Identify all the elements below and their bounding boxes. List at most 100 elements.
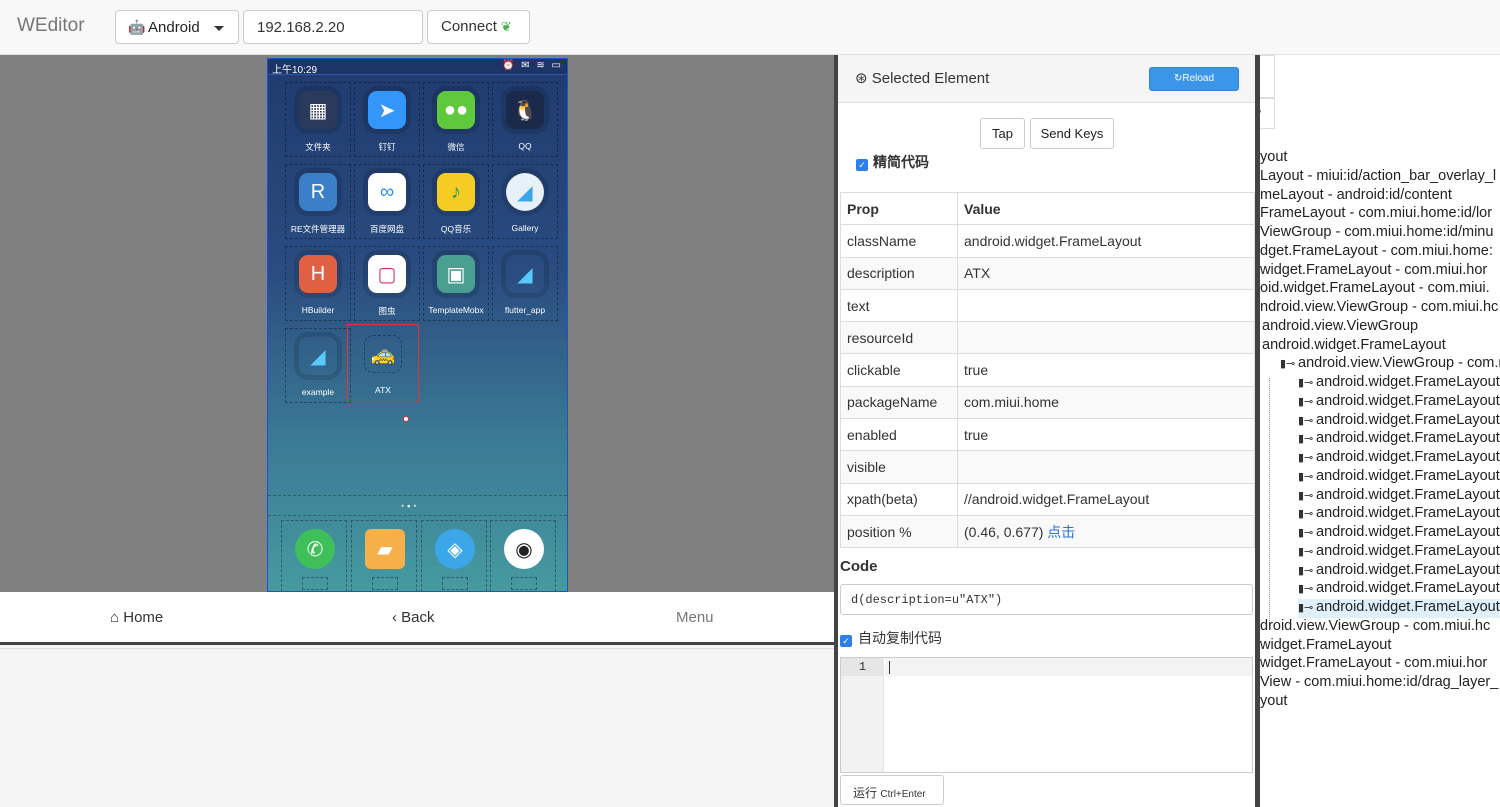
table-row: enabled true — [840, 418, 1255, 452]
tree-node[interactable]: FrameLayout - com.miui.home:id/lor — [1260, 205, 1492, 224]
status-time: 上午10:29 — [272, 65, 318, 76]
code-editor[interactable]: 1 — [840, 657, 1253, 773]
tap-button[interactable]: Tap — [980, 118, 1025, 149]
app-qq[interactable]: 🐧 QQ — [492, 82, 558, 157]
app-example[interactable]: ◢ example — [285, 328, 351, 403]
dock-slot — [442, 577, 468, 590]
app-hbuilder[interactable]: H HBuilder — [285, 246, 351, 321]
node-icon: ▮⊸ — [1298, 395, 1314, 408]
prop-name: resourceId — [840, 321, 958, 355]
table-row: text — [840, 288, 1255, 323]
tree-node[interactable]: Layout - miui:id/action_bar_overlay_l — [1260, 168, 1496, 187]
wechat-icon: ●● — [437, 91, 475, 129]
tree-node[interactable]: android.view.ViewGroup — [1262, 318, 1418, 337]
app-folder[interactable]: ▦ 文件夹 — [285, 82, 351, 157]
dock-browser[interactable]: ◈ — [421, 520, 487, 591]
tree-node[interactable]: ▮⊸ android.widget.FrameLayout — [1298, 393, 1500, 412]
dock-messages[interactable]: ▰ — [351, 520, 417, 591]
tree-node[interactable]: View - com.miui.home:id/drag_layer_ — [1260, 674, 1498, 693]
tree-node[interactable]: ▮⊸ android.widget.FrameLayout — [1298, 430, 1500, 449]
device-screenshot[interactable]: 上午10:29 ⏰ ✉ ≋ ▭ ▦ 文件夹 ➤ 钉钉 ●● 微信 🐧 QQ R … — [267, 58, 568, 592]
tree-node[interactable]: ▮⊸ android.widget.FrameLayout — [1298, 543, 1500, 562]
tree-node-label: meLayout - android:id/content — [1260, 186, 1452, 203]
home-button[interactable]: ⌂ Home — [110, 609, 163, 626]
tree-node-label: android.widget.FrameLayout — [1316, 486, 1500, 503]
send-keys-button[interactable]: Send Keys — [1030, 118, 1114, 149]
app-label: 百度网盘 — [369, 224, 404, 234]
dock-camera[interactable]: ◉ — [490, 520, 556, 591]
app-qq-music[interactable]: ♪ QQ音乐 — [423, 164, 489, 239]
tree-node[interactable]: ▮⊸ android.widget.FrameLayout — [1298, 580, 1500, 599]
generated-code-field[interactable] — [840, 584, 1253, 615]
table-row: packageName com.miui.home — [840, 385, 1255, 420]
reload-button[interactable]: ↻Reload — [1149, 67, 1239, 91]
chevron-left-icon: ‹ — [392, 609, 397, 626]
tree-node[interactable]: droid.view.ViewGroup - com.miui.hc — [1260, 618, 1490, 637]
camera-icon: ◉ — [504, 529, 544, 569]
phone-status-bar: 上午10:29 ⏰ ✉ ≋ ▭ — [268, 59, 567, 76]
prop-value: true — [957, 353, 1255, 387]
node-icon: ▮⊸ — [1298, 602, 1314, 614]
auto-copy-checkbox[interactable]: ✓ 自动复制代码 — [840, 628, 942, 648]
menu-button[interactable]: Menu — [676, 609, 714, 626]
tree-node[interactable]: widget.FrameLayout — [1260, 637, 1391, 656]
tree-node[interactable]: ▮⊸ android.widget.FrameLayout — [1298, 487, 1500, 506]
app-dingtalk[interactable]: ➤ 钉钉 — [354, 82, 420, 157]
tree-node[interactable]: yout — [1260, 693, 1287, 712]
app-label: QQ音乐 — [440, 224, 472, 234]
tree-node[interactable]: ▮⊸ android.widget.FrameLayout — [1298, 412, 1500, 431]
prop-header: Prop — [840, 191, 958, 226]
app-template-mobx[interactable]: ▣ TemplateMobx — [423, 246, 489, 321]
run-button[interactable]: 运行 Ctrl+Enter — [840, 775, 944, 805]
app-brand[interactable]: WEditor — [17, 15, 85, 37]
tree-node[interactable]: ▮⊸ android.widget.FrameLayout — [1298, 449, 1500, 468]
search-icon[interactable]: ⚲ — [1260, 98, 1275, 129]
simple-code-checkbox[interactable]: ✓ 精简代码 — [856, 152, 929, 172]
tree-node[interactable]: ndroid.view.ViewGroup - com.miui.hc — [1260, 299, 1498, 318]
app-tuchong[interactable]: ▢ 图虫 — [354, 246, 420, 321]
tree-node[interactable]: ▮⊸ android.widget.FrameLayout — [1298, 562, 1500, 581]
tree-node[interactable]: widget.FrameLayout - com.miui.hor — [1260, 262, 1487, 281]
re-file-icon: R — [299, 173, 337, 211]
dock-slot — [372, 577, 398, 590]
tree-node[interactable]: meLayout - android:id/content — [1260, 187, 1452, 206]
tree-node[interactable]: ▮⊸ android.widget.FrameLayout — [1298, 374, 1500, 393]
click-link[interactable]: 点击 — [1047, 524, 1075, 540]
text-caret — [889, 661, 890, 674]
tree-node[interactable]: widget.FrameLayout - com.miui.hor — [1260, 655, 1487, 674]
tree-node[interactable]: yout — [1260, 149, 1287, 168]
device-serial-input[interactable] — [243, 10, 423, 44]
app-atx-selected[interactable]: 🚕 ATX — [347, 324, 419, 402]
qq-penguin-icon: 🐧 — [506, 91, 544, 129]
tree-node[interactable]: ▮⊸ android.view.ViewGroup - com.m — [1280, 355, 1500, 374]
tree-node[interactable]: ▮⊸ android.widget.FrameLayout — [1298, 468, 1500, 487]
dock-divider — [268, 515, 567, 516]
tree-node[interactable]: dget.FrameLayout - com.miui.home: — [1260, 243, 1493, 262]
tree-node-label: android.view.ViewGroup — [1262, 317, 1419, 334]
app-gallery[interactable]: ◢ Gallery — [492, 164, 558, 239]
platform-dropdown[interactable]: 🤖 Android — [115, 10, 239, 44]
tree-node[interactable]: ViewGroup - com.miui.home:id/minu — [1260, 224, 1493, 243]
dock-phone[interactable]: ✆ — [281, 520, 347, 591]
app-flutter-app[interactable]: ◢ flutter_app — [492, 246, 558, 321]
tree-node-label: android.widget.FrameLayout — [1316, 599, 1500, 615]
app-wechat[interactable]: ●● 微信 — [423, 82, 489, 157]
prop-value: ATX — [957, 256, 1255, 290]
inspector-title: ⊛ Selected Element — [855, 69, 989, 87]
tree-node[interactable]: ▮⊸ android.widget.FrameLayout — [1298, 505, 1500, 524]
app-re-file-manager[interactable]: R RE文件管理器 — [285, 164, 351, 239]
tree-node[interactable]: ▮⊸ android.widget.FrameLayout — [1298, 524, 1500, 543]
position-value: (0.46, 0.677) — [964, 523, 1044, 540]
tree-node[interactable]: android.widget.FrameLayout — [1262, 337, 1446, 356]
node-icon: ▮⊸ — [1280, 358, 1296, 371]
tree-node[interactable]: oid.widget.FrameLayout - com.miui. — [1260, 280, 1490, 299]
tree-node-label: yout — [1260, 149, 1288, 165]
back-button[interactable]: ‹ Back — [392, 609, 435, 626]
app-label: QQ — [518, 141, 532, 151]
app-baidu-netdisk[interactable]: ∞ 百度网盘 — [354, 164, 420, 239]
connect-button[interactable]: Connect ❦ — [427, 10, 530, 44]
tree-node-selected[interactable]: ▮⊸ android.widget.FrameLayout — [1298, 599, 1500, 618]
prop-value — [957, 450, 1255, 484]
tree-search-input[interactable] — [1260, 55, 1275, 98]
page-indicator: ••• — [401, 501, 420, 511]
